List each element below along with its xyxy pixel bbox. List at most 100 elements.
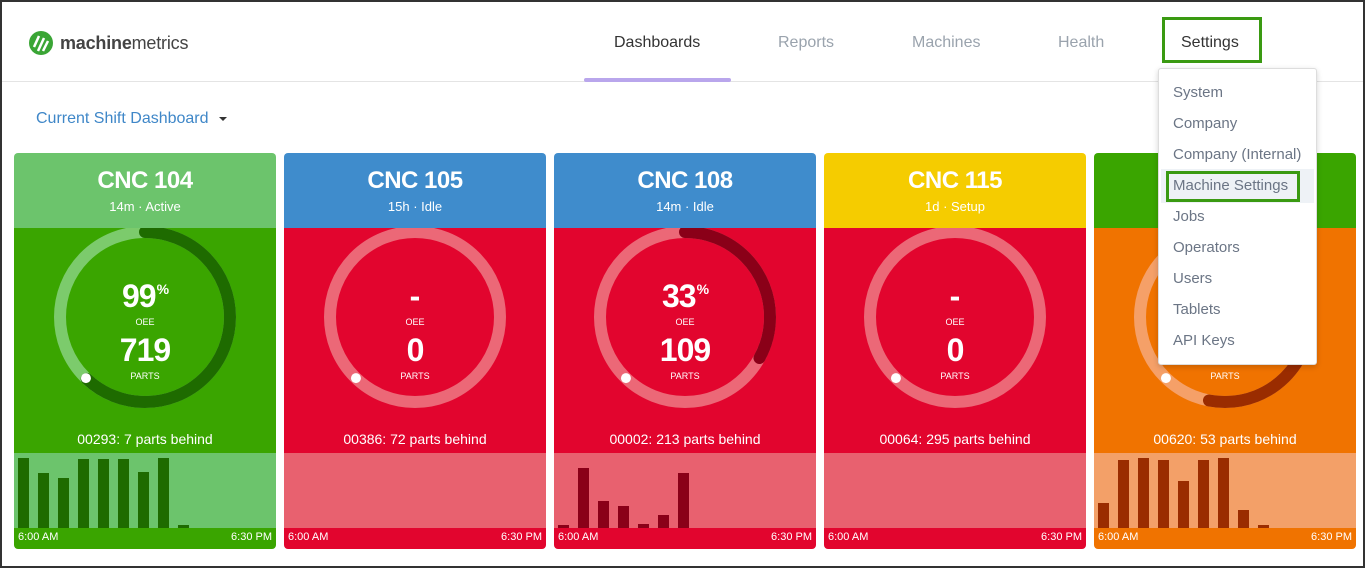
card-header: CNC 104 14m · Active	[14, 153, 276, 228]
time-end: 6:30 PM	[231, 531, 272, 543]
hourly-parts-bar	[78, 459, 89, 528]
time-end: 6:30 PM	[501, 531, 542, 543]
hourly-parts-bar	[618, 506, 629, 528]
card-body: 33% OEE 109 PARTS 00002: 213 parts behin…	[554, 228, 816, 453]
hourly-parts-bar	[1258, 525, 1269, 528]
hourly-parts-chart	[554, 453, 816, 528]
time-end: 6:30 PM	[1311, 531, 1352, 543]
parts-label: PARTS	[1210, 371, 1240, 381]
parts-value: 0	[406, 332, 425, 368]
oee-ring	[864, 228, 1046, 408]
machine-name: CNC 104	[97, 167, 193, 194]
menu-item-operators[interactable]: Operators	[1173, 239, 1240, 256]
hourly-parts-bar	[178, 525, 189, 528]
menu-item-users[interactable]: Users	[1173, 270, 1212, 287]
settings-dropdown-menu: System Company Company (Internal) Machine S…	[1158, 68, 1317, 365]
hourly-parts-bar	[1198, 459, 1209, 528]
machine-status: 14m · Active	[109, 199, 181, 214]
card-body: - OEE 0 PARTS 00064: 295 parts behind	[824, 228, 1086, 453]
menu-item-tablets[interactable]: Tablets	[1173, 301, 1221, 318]
nav-machines[interactable]: Machines	[912, 34, 980, 52]
hourly-parts-chart	[284, 453, 546, 528]
menu-item-api-keys[interactable]: API Keys	[1173, 332, 1235, 349]
oee-value: 33%	[661, 278, 709, 314]
chart-time-axis: 6:00 AM 6:30 PM	[1094, 528, 1356, 549]
machine-name: CNC 108	[637, 167, 733, 194]
card-header: CNC 105 15h · Idle	[284, 153, 546, 228]
machine-status: 15h · Idle	[387, 199, 443, 214]
chart-time-axis: 6:00 AM 6:30 PM	[554, 528, 816, 549]
hourly-parts-chart	[14, 453, 276, 528]
card-header: CNC 115 1d · Setup	[824, 153, 1086, 228]
hourly-parts-bar	[1238, 510, 1249, 528]
machine-card[interactable]: CNC 115 1d · Setup - OEE 0 PARTS 00064: …	[824, 153, 1086, 549]
chart-time-axis: 6:00 AM 6:30 PM	[824, 528, 1086, 549]
oee-value: -	[409, 278, 421, 314]
oee-label: OEE	[945, 317, 965, 327]
hourly-parts-bar	[638, 523, 649, 528]
time-start: 6:00 AM	[1098, 531, 1139, 543]
machine-status: 1d · Setup	[925, 199, 985, 214]
menu-item-company[interactable]: Company	[1173, 115, 1237, 132]
card-header: CNC 108 14m · Idle	[554, 153, 816, 228]
time-start: 6:00 AM	[18, 531, 59, 543]
machine-card[interactable]: CNC 105 15h · Idle - OEE 0 PARTS 00386: …	[284, 153, 546, 549]
hourly-parts-bar	[1158, 459, 1169, 528]
parts-behind: 00620: 53 parts behind	[1153, 431, 1297, 447]
parts-behind: 00064: 295 parts behind	[879, 431, 1031, 447]
machine-settings-highlight-box	[1166, 171, 1300, 202]
time-end: 6:30 PM	[1041, 531, 1082, 543]
parts-label: PARTS	[400, 371, 430, 381]
menu-item-company-internal[interactable]: Company (Internal)	[1173, 146, 1301, 163]
menu-item-jobs[interactable]: Jobs	[1173, 208, 1205, 225]
oee-ring	[324, 228, 506, 408]
hourly-parts-bar	[58, 477, 69, 528]
brand-logo[interactable]: machinemetrics	[28, 30, 188, 56]
hourly-parts-bar	[1138, 458, 1149, 528]
time-end: 6:30 PM	[771, 531, 812, 543]
parts-behind: 00002: 213 parts behind	[609, 431, 761, 447]
hourly-parts-chart	[1094, 453, 1356, 528]
parts-behind: 00293: 7 parts behind	[77, 431, 213, 447]
oee-ring	[54, 228, 236, 408]
hourly-parts-bar	[98, 459, 109, 528]
oee-label: OEE	[135, 317, 155, 327]
machine-name: CNC 105	[367, 167, 463, 194]
machine-card[interactable]: CNC 108 14m · Idle 33% OEE 109 PARTS 000…	[554, 153, 816, 549]
menu-item-system[interactable]: System	[1173, 84, 1223, 101]
hourly-parts-bar	[558, 525, 569, 528]
time-start: 6:00 AM	[558, 531, 599, 543]
hourly-parts-bar	[1218, 458, 1229, 528]
hourly-parts-bar	[138, 471, 149, 528]
chart-time-axis: 6:00 AM 6:30 PM	[284, 528, 546, 549]
settings-highlight-box	[1162, 17, 1262, 63]
hourly-parts-bar	[678, 473, 689, 528]
hourly-parts-bar	[1118, 459, 1129, 528]
hourly-parts-chart	[824, 453, 1086, 528]
nav-health[interactable]: Health	[1058, 34, 1104, 52]
parts-label: PARTS	[940, 371, 970, 381]
parts-value: 719	[119, 332, 171, 368]
hourly-parts-bar	[658, 515, 669, 528]
machinemetrics-logo-icon	[29, 31, 53, 55]
hourly-parts-bar	[38, 473, 49, 528]
time-start: 6:00 AM	[288, 531, 329, 543]
chart-time-axis: 6:00 AM 6:30 PM	[14, 528, 276, 549]
nav-dashboards[interactable]: Dashboards	[614, 34, 700, 52]
oee-ring	[594, 228, 776, 408]
hourly-parts-bar	[118, 459, 129, 528]
dashboard-selector[interactable]: Current Shift Dashboard	[36, 110, 227, 128]
oee-value: -	[949, 278, 961, 314]
hourly-parts-bar	[158, 458, 169, 528]
parts-value: 109	[659, 332, 711, 368]
oee-label: OEE	[405, 317, 425, 327]
nav-reports[interactable]: Reports	[778, 34, 834, 52]
hourly-parts-bar	[1178, 480, 1189, 528]
machine-card[interactable]: CNC 104 14m · Active 99% OEE 719 PARTS 0…	[14, 153, 276, 549]
hourly-parts-bar	[598, 501, 609, 528]
hourly-parts-bar	[1098, 503, 1109, 528]
caret-down-icon	[218, 116, 227, 121]
brand-name: machinemetrics	[60, 32, 189, 53]
time-start: 6:00 AM	[828, 531, 869, 543]
machine-status: 14m · Idle	[656, 199, 714, 214]
